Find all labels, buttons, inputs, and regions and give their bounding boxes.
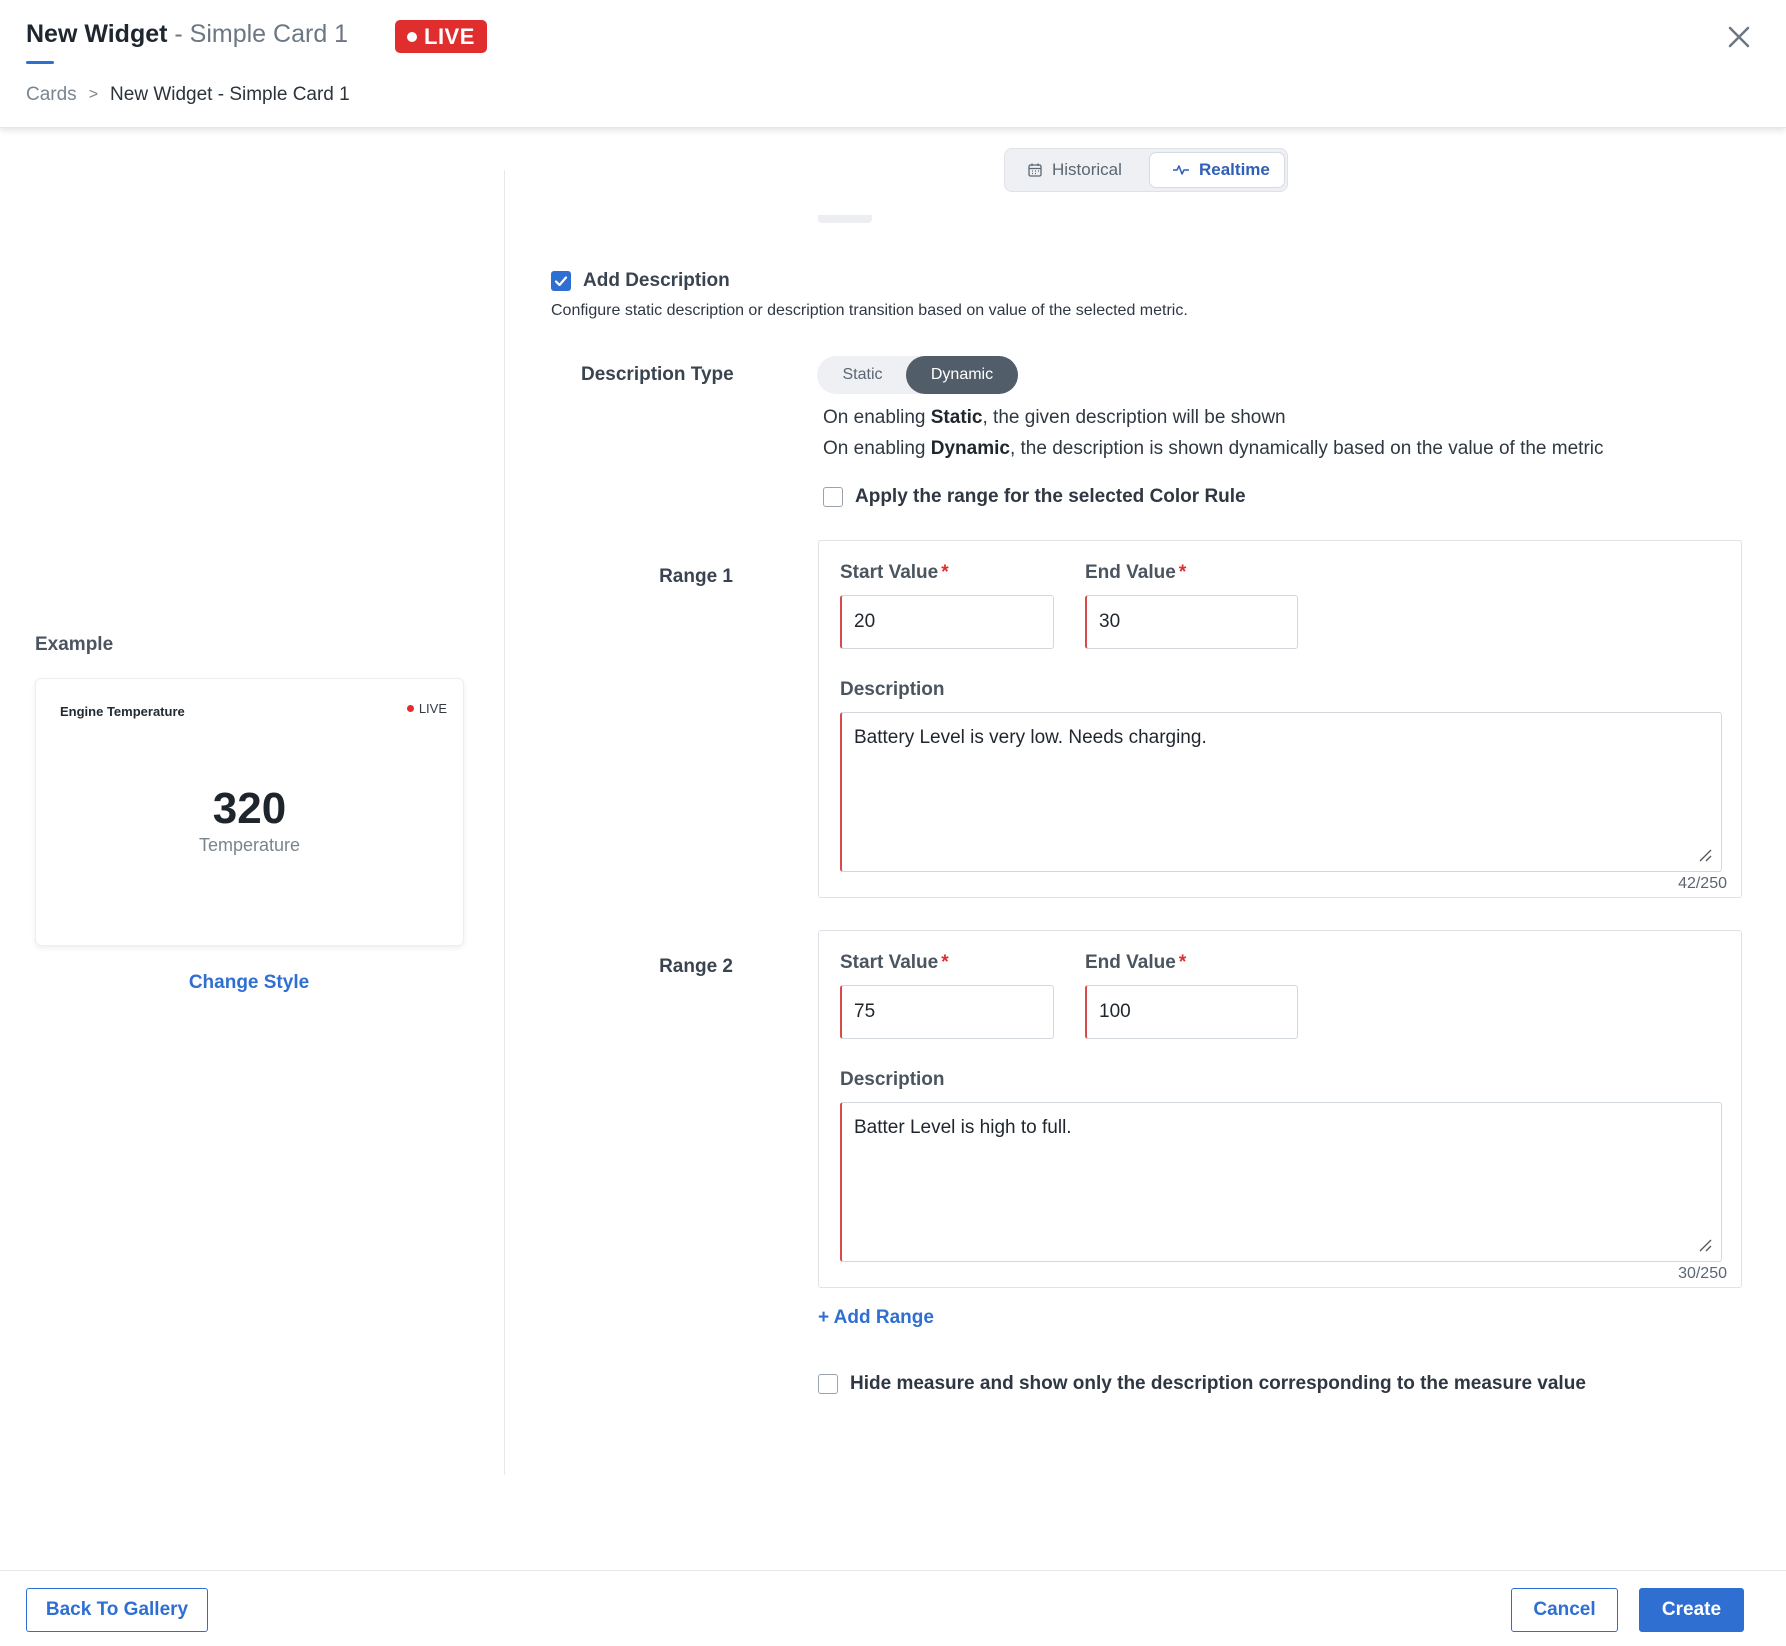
range-2-box: Start Value * End Value * 75 100 Descripti… (818, 930, 1742, 1288)
example-label: Example (35, 634, 114, 655)
header: New Widget - Simple Card 1 LIVE Cards > … (0, 0, 1786, 128)
description-type-label: Description Type (581, 364, 734, 385)
live-dot-icon (406, 705, 414, 712)
apply-color-rule-label: Apply the range for the selected Color R… (855, 486, 1246, 507)
range-1-char-counter: 42/250 (1678, 875, 1727, 892)
range-1-start-label: Start Value * (840, 562, 949, 584)
range-1-end-label-text: End Value (1085, 562, 1176, 583)
range-1-box: Start Value * End Value * 20 30 Descriptio… (818, 540, 1742, 898)
breadcrumb-separator: > (88, 86, 99, 103)
dynamic-info-text: On enabling Dynamic, the description is … (823, 438, 1604, 460)
title-underline (26, 61, 54, 64)
range-1-end-input[interactable]: 30 (1085, 595, 1298, 649)
hide-measure-label: Hide measure and show only the descripti… (850, 1373, 1586, 1394)
range-1-start-label-text: Start Value (840, 562, 939, 583)
range-2-start-label-text: Start Value (840, 952, 939, 973)
range-2-description-textarea[interactable]: Batter Level is high to full. (840, 1102, 1722, 1262)
mode-toggle: Historical Realtime (1004, 148, 1288, 192)
range-2-end-input[interactable]: 100 (1085, 985, 1298, 1039)
tab-historical[interactable]: Historical (1027, 152, 1122, 188)
required-marker: * (941, 562, 949, 583)
close-button[interactable] (1722, 20, 1756, 54)
range-1-description-textarea[interactable]: Battery Level is very low. Needs chargin… (840, 712, 1722, 872)
resize-handle-icon[interactable] (1697, 1237, 1713, 1253)
title-sub: Simple Card 1 (189, 20, 349, 48)
back-to-gallery-button[interactable]: Back To Gallery (26, 1588, 208, 1632)
breadcrumb: Cards > New Widget - Simple Card 1 (26, 84, 350, 106)
example-card-live-label: LIVE (418, 701, 447, 716)
range-1-label: Range 1 (659, 566, 733, 587)
tab-realtime[interactable]: Realtime (1149, 152, 1285, 188)
dynamic-info-bold: Dynamic (930, 438, 1010, 459)
range-1-description-label: Description (840, 679, 945, 700)
create-button[interactable]: Create (1639, 1588, 1744, 1632)
footer: Back To Gallery Cancel Create (0, 1570, 1786, 1646)
calendar-icon (1028, 163, 1042, 177)
resize-handle-icon[interactable] (1697, 847, 1713, 863)
checkmark-icon (554, 276, 568, 287)
dynamic-info-pre: On enabling (823, 438, 931, 459)
required-marker: * (1178, 562, 1187, 583)
title-main: New Widget (26, 20, 168, 48)
example-card-live: LIVE (406, 701, 447, 716)
static-info-bold: Static (930, 407, 983, 428)
apply-color-rule-checkbox[interactable] (823, 487, 843, 507)
tab-realtime-label: Realtime (1199, 160, 1270, 179)
example-card: Engine Temperature LIVE 320 Temperature (35, 678, 464, 946)
live-badge: LIVE (395, 20, 487, 53)
example-card-title: Engine Temperature (60, 704, 185, 719)
static-info-text: On enabling Static, the given descriptio… (823, 407, 1286, 429)
pulse-icon (1173, 165, 1189, 175)
tab-historical-label: Historical (1052, 160, 1122, 179)
range-2-end-label: End Value * (1085, 952, 1186, 974)
description-type-static[interactable]: Static (817, 356, 908, 394)
range-2-start-input[interactable]: 75 (840, 985, 1054, 1039)
description-type-dynamic[interactable]: Dynamic (906, 356, 1018, 394)
panel-divider (504, 170, 505, 1475)
add-description-help: Configure static description or descript… (551, 302, 1188, 319)
add-description-checkbox[interactable] (551, 271, 571, 291)
range-2-description-label: Description (840, 1069, 945, 1090)
static-info-pre: On enabling (823, 407, 931, 428)
required-marker: * (1178, 952, 1187, 973)
range-2-end-label-text: End Value (1085, 952, 1176, 973)
title-separator: - (167, 20, 190, 48)
range-2-label: Range 2 (659, 956, 733, 977)
hide-measure-checkbox[interactable] (818, 1374, 838, 1394)
range-2-char-counter: 30/250 (1678, 1265, 1727, 1282)
live-badge-label: LIVE (424, 23, 475, 49)
change-style-link[interactable]: Change Style (0, 972, 498, 994)
breadcrumb-current: New Widget - Simple Card 1 (110, 84, 350, 105)
range-2-start-label: Start Value * (840, 952, 949, 974)
range-2-description-text: Batter Level is high to full. (854, 1117, 1072, 1138)
range-1-start-input[interactable]: 20 (840, 595, 1054, 649)
widget-editor: New Widget - Simple Card 1 LIVE Cards > … (0, 0, 1786, 1646)
range-1-end-label: End Value * (1085, 562, 1186, 584)
cancel-button[interactable]: Cancel (1511, 1588, 1618, 1632)
add-range-link[interactable]: + Add Range (818, 1307, 934, 1329)
live-dot-icon (407, 31, 417, 42)
breadcrumb-cards[interactable]: Cards (26, 84, 77, 106)
dynamic-info-post: , the description is shown dynamically b… (1009, 438, 1604, 459)
example-card-unit: Temperature (198, 835, 301, 855)
page-title: New Widget - Simple Card 1 (26, 20, 348, 49)
example-card-value: 320 (212, 784, 287, 833)
static-info-post: , the given description will be shown (982, 407, 1286, 428)
add-description-label: Add Description (583, 270, 730, 291)
description-type-toggle: Static Dynamic (817, 356, 1018, 394)
required-marker: * (941, 952, 949, 973)
close-icon (1728, 26, 1750, 48)
range-1-description-text: Battery Level is very low. Needs chargin… (854, 727, 1207, 748)
collapsed-section-handle (818, 215, 872, 223)
